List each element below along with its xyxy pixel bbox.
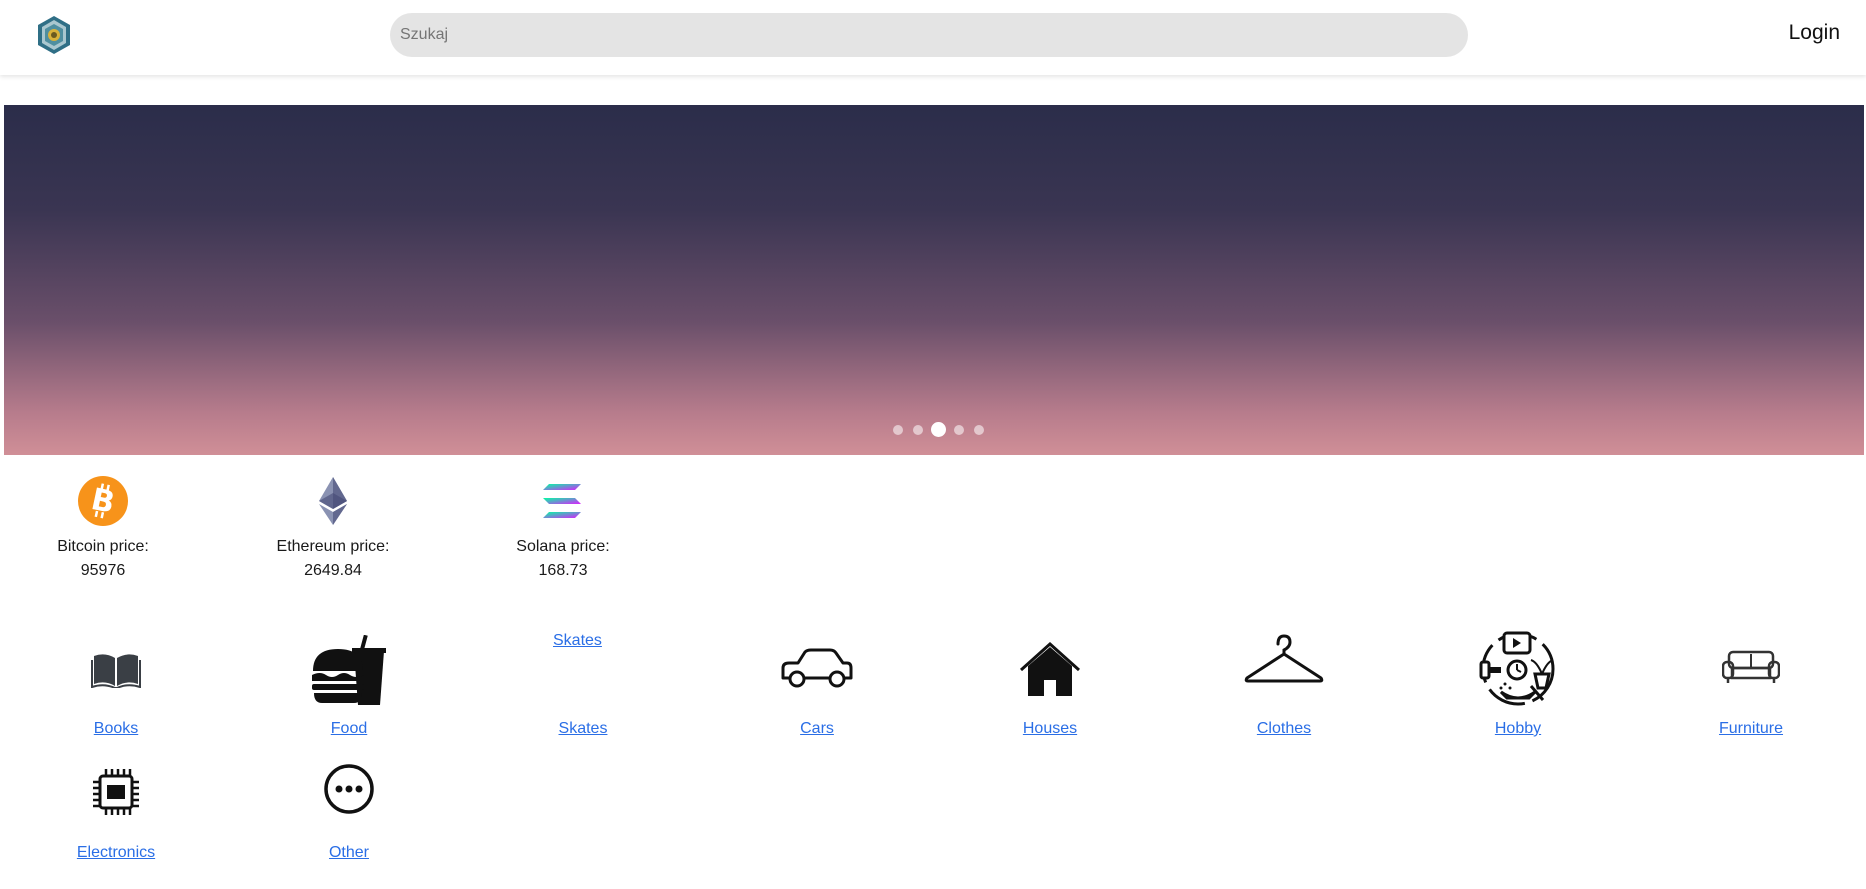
carousel-indicators (4, 422, 1864, 438)
bitcoin-icon: B (78, 476, 128, 526)
login-link[interactable]: Login (1789, 21, 1840, 45)
sofa-icon (1722, 650, 1780, 683)
carousel-dot-4[interactable] (954, 425, 964, 435)
category-link[interactable]: Food (259, 720, 439, 738)
crypto-solana: Solana price: 168.73 (483, 475, 643, 583)
category-link[interactable]: Skates (493, 720, 673, 738)
category-other[interactable]: Other (259, 754, 439, 864)
crypto-label: Ethereum price: (276, 538, 390, 555)
category-link[interactable]: Furniture (1661, 720, 1841, 738)
chip-icon (93, 769, 139, 815)
category-hobby[interactable]: Hobby (1428, 630, 1608, 740)
hero-carousel (4, 105, 1864, 455)
crypto-price: 2649.84 (304, 562, 362, 579)
skates-broken-image[interactable]: Skates (553, 632, 602, 650)
crypto-label: Bitcoin price: (57, 538, 149, 555)
crypto-label: Solana price: (516, 538, 610, 555)
top-navbar: Login (0, 0, 1866, 75)
category-clothes[interactable]: Clothes (1194, 630, 1374, 740)
crypto-ethereum: Ethereum price: 2649.84 (253, 475, 413, 583)
category-link[interactable]: Books (26, 720, 206, 738)
book-icon (91, 654, 141, 688)
category-cars[interactable]: Cars (727, 630, 907, 740)
car-icon (781, 648, 853, 688)
category-food[interactable]: Food (259, 630, 439, 740)
more-icon (324, 764, 374, 814)
carousel-dot-3-active[interactable] (931, 422, 946, 437)
search-input[interactable] (390, 13, 1468, 57)
solana-icon (543, 484, 581, 518)
category-link[interactable]: Hobby (1428, 720, 1608, 738)
ethereum-icon (319, 477, 347, 525)
category-link[interactable]: Other (259, 844, 439, 862)
carousel-dot-2[interactable] (913, 425, 923, 435)
hobby-icon (1479, 631, 1555, 706)
house-icon (1019, 642, 1081, 696)
carousel-dot-1[interactable] (893, 425, 903, 435)
category-link[interactable]: Clothes (1194, 720, 1374, 738)
crypto-price: 95976 (80, 562, 126, 579)
carousel-dot-5[interactable] (974, 425, 984, 435)
crypto-bitcoin: B Bitcoin price: 95976 (23, 475, 183, 583)
category-link[interactable]: Cars (727, 720, 907, 738)
site-logo-icon[interactable] (36, 15, 72, 55)
category-houses[interactable]: Houses (960, 630, 1140, 740)
category-electronics[interactable]: Electronics (26, 754, 206, 864)
burger-drink-icon (312, 635, 386, 705)
category-link[interactable]: Electronics (26, 844, 206, 862)
category-link[interactable]: Houses (960, 720, 1140, 738)
category-furniture[interactable]: Furniture (1661, 630, 1841, 740)
category-books[interactable]: Books (26, 630, 206, 740)
crypto-price: 168.73 (538, 562, 588, 579)
hanger-icon (1244, 634, 1324, 683)
